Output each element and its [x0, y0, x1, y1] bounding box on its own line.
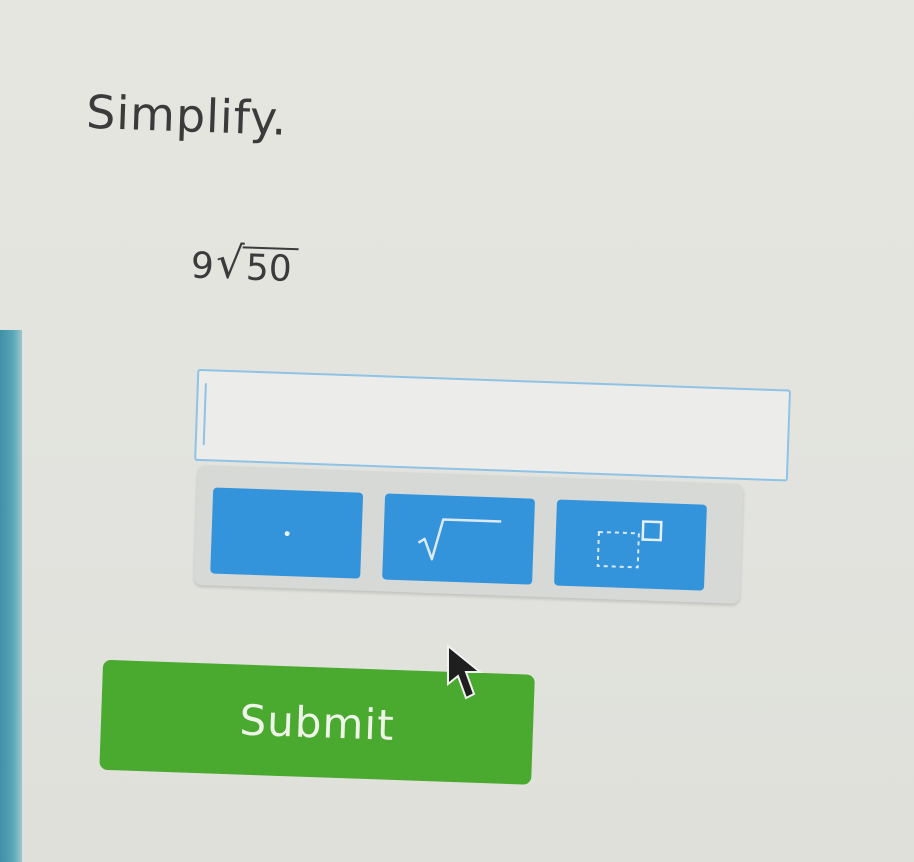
answer-input[interactable] [194, 368, 792, 482]
square-root-icon [417, 518, 502, 561]
exponent-key[interactable] [554, 499, 707, 591]
exponent-icon [596, 520, 663, 569]
square-root-key[interactable] [382, 493, 536, 585]
radical-expression: 9 √ 50 [190, 237, 299, 290]
text-caret [202, 383, 207, 446]
mouse-pointer-icon [447, 644, 483, 700]
problem-panel: Simplify. 9 √ 50 Submit [0, 0, 914, 862]
radical-sign-icon: √ [215, 237, 245, 290]
math-keypad [193, 464, 744, 604]
decimal-key[interactable] [210, 487, 364, 579]
decimal-point-icon [284, 530, 290, 536]
radicand: 50 [241, 246, 299, 290]
coefficient: 9 [190, 245, 215, 288]
instruction-text: Simplify. [85, 84, 289, 146]
screen: Simplify. 9 √ 50 Submit [0, 0, 914, 862]
